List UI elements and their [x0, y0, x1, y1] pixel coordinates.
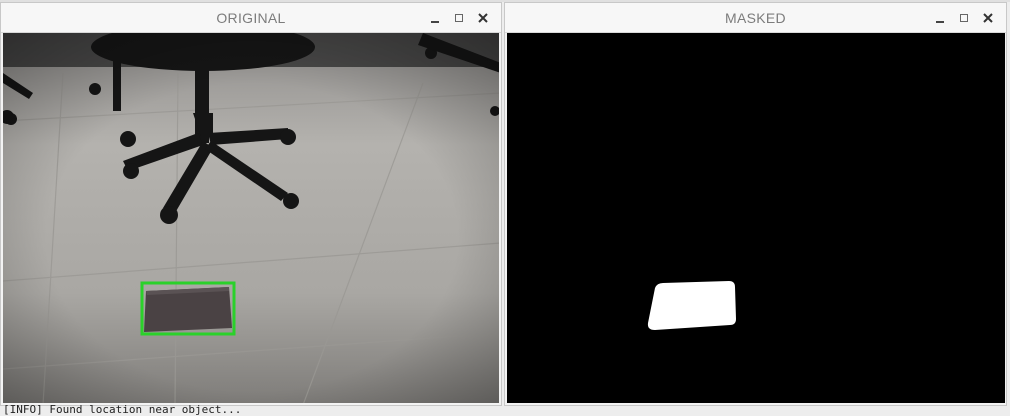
mask-image: [507, 33, 1005, 403]
camera-frame-image: [3, 33, 499, 403]
original-camera-view: [3, 33, 499, 403]
original-window-controls: [425, 9, 493, 27]
terminal-output-line: [INFO] Found location near object...: [3, 403, 242, 416]
masked-window-controls: [930, 9, 998, 27]
close-icon[interactable]: [978, 9, 998, 27]
maximize-icon[interactable]: [954, 9, 974, 27]
object-mask: [647, 281, 736, 330]
original-window: ORIGINAL: [0, 2, 502, 406]
minimize-icon[interactable]: [425, 9, 445, 27]
original-titlebar[interactable]: ORIGINAL: [1, 3, 501, 33]
masked-titlebar[interactable]: MASKED: [505, 3, 1006, 33]
maximize-icon[interactable]: [449, 9, 469, 27]
masked-window: MASKED: [504, 2, 1007, 406]
close-icon[interactable]: [473, 9, 493, 27]
masked-view: [507, 33, 1005, 403]
minimize-icon[interactable]: [930, 9, 950, 27]
